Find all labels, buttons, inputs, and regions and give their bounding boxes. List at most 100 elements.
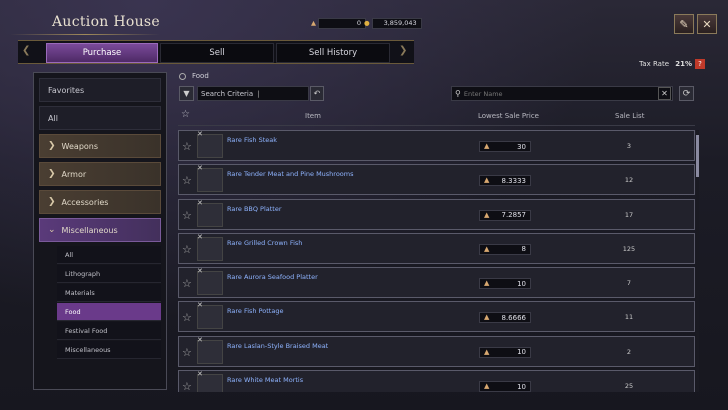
sidebar-item-favorites[interactable]: Favorites — [39, 78, 161, 102]
favorite-star-icon[interactable]: ☆ — [182, 380, 192, 392]
guide-button[interactable]: ✎ — [674, 14, 694, 34]
name-search-input[interactable] — [463, 89, 658, 98]
item-list: ☆ ✕ Rare Fish Steak 30 ▲ 3 ☆ ✕ Rare Tend… — [178, 130, 695, 392]
item-name: Rare Tender Meat and Pine Mushrooms — [227, 170, 354, 179]
chevron-right-icon: ❯ — [48, 197, 56, 207]
book-icon: ✎ — [679, 17, 689, 31]
favorite-star-icon[interactable]: ☆ — [182, 346, 192, 359]
sidebar-item-accessories[interactable]: ❯ Accessories — [39, 190, 161, 214]
favorite-star-icon[interactable]: ☆ — [182, 243, 192, 256]
list-scrollbar[interactable] — [696, 130, 699, 392]
gold-amount: 3,859,043 — [371, 17, 422, 29]
price-currency-icon: ▲ — [484, 244, 490, 253]
item-name: Rare Grilled Crown Fish — [227, 238, 303, 247]
column-header-sale-list[interactable]: Sale List — [615, 112, 644, 120]
tab-purchase[interactable]: Purchase — [46, 43, 158, 63]
sale-count: 25 — [624, 382, 634, 391]
sidebar-item-weapons[interactable]: ❯ Weapons — [39, 134, 161, 158]
item-name: Rare Fish Pottage — [227, 307, 284, 316]
reset-criteria-button[interactable]: ↶ — [310, 86, 324, 101]
tab-sell-history[interactable]: Sell History — [276, 43, 390, 63]
category-sidebar: Favorites All ❯ Weapons ❯ Armor ❯ Access… — [33, 72, 167, 390]
tab-left-arrow-icon: ❮ — [22, 45, 31, 56]
favorite-star-icon[interactable]: ☆ — [182, 140, 192, 153]
tab-bar: ❮ Purchase Sell Sell History ❯ — [18, 40, 414, 64]
gold-display: ● 3,859,043 — [364, 17, 422, 29]
sidebar-item-all[interactable]: All — [39, 106, 161, 130]
subcategory-materials[interactable]: Materials — [57, 284, 161, 302]
subcategory-all[interactable]: All — [57, 246, 161, 264]
tax-rate-label: Tax Rate — [639, 60, 669, 68]
clear-search-button[interactable]: ✕ — [658, 87, 671, 100]
table-row[interactable]: ☆ ✕ Rare Tender Meat and Pine Mushrooms … — [178, 164, 695, 196]
name-search-box: ⚲ ✕ — [451, 86, 673, 101]
table-row[interactable]: ☆ ✕ Rare Grilled Crown Fish 8 ▲ 125 — [178, 232, 695, 264]
favorite-star-icon[interactable]: ☆ — [182, 311, 192, 324]
table-row[interactable]: ☆ ✕ Rare White Meat Mortis 10 ▲ 25 — [178, 370, 695, 392]
breadcrumb-label: Food — [192, 72, 209, 80]
silver-icon: ▲ — [311, 19, 316, 27]
close-button[interactable]: ✕ — [697, 14, 717, 34]
window-title: Auction House — [52, 14, 160, 30]
price-currency-icon: ▲ — [484, 279, 490, 288]
untradable-x-icon: ✕ — [197, 370, 203, 379]
untradable-x-icon: ✕ — [197, 267, 203, 276]
price-currency-icon: ▲ — [484, 210, 490, 219]
title-divider — [10, 34, 160, 35]
column-header-lowest-price[interactable]: Lowest Sale Price — [478, 112, 539, 120]
chevron-right-icon: ❯ — [48, 141, 56, 151]
scrollbar-thumb[interactable] — [696, 135, 699, 177]
tax-rate-value: 21% — [675, 60, 692, 68]
item-name: Rare Fish Steak — [227, 136, 278, 144]
sale-count: 17 — [624, 210, 634, 219]
untradable-x-icon: ✕ — [197, 301, 203, 310]
item-name: Rare Aurora Seafood Platter — [227, 273, 318, 282]
untradable-x-icon: ✕ — [197, 198, 203, 207]
table-row[interactable]: ☆ ✕ Rare Aurora Seafood Platter 10 ▲ 7 — [178, 267, 695, 299]
sidebar-item-label: Armor — [61, 169, 87, 179]
chevron-down-icon: ⌄ — [48, 225, 56, 235]
tab-sell[interactable]: Sell — [160, 43, 274, 63]
price-currency-icon: ▲ — [484, 313, 490, 322]
breadcrumb-dot-icon — [179, 72, 186, 80]
search-criteria-field[interactable]: Search Criteria | — [197, 86, 309, 101]
filter-icon: ▼ — [183, 89, 190, 98]
refresh-button[interactable]: ⟳ — [679, 86, 694, 101]
sidebar-item-label: Accessories — [61, 197, 109, 207]
filter-button[interactable]: ▼ — [179, 86, 194, 101]
favorite-filter-star-icon[interactable]: ☆ — [181, 109, 190, 120]
sidebar-item-miscellaneous[interactable]: ⌄ Miscellaneous — [39, 218, 161, 242]
undo-icon: ↶ — [313, 89, 321, 98]
help-icon[interactable]: ? — [695, 59, 705, 69]
untradable-x-icon: ✕ — [197, 335, 203, 344]
subcategory-festival-food[interactable]: Festival Food — [57, 322, 161, 340]
table-header: ☆ Item Lowest Sale Price Sale List — [178, 108, 695, 126]
sidebar-item-label: Weapons — [61, 141, 99, 151]
column-header-item: Item — [305, 112, 321, 120]
item-name: Rare White Meat Mortis — [227, 376, 304, 385]
sale-count: 2 — [626, 347, 632, 356]
price-currency-icon: ▲ — [484, 176, 490, 185]
search-criteria-label: Search Criteria — [201, 89, 254, 98]
tax-rate: Tax Rate 21% — [639, 60, 692, 68]
table-row[interactable]: ☆ ✕ Rare Fish Pottage 8.6666 ▲ 11 — [178, 301, 695, 333]
refresh-icon: ⟳ — [682, 88, 691, 99]
table-row[interactable]: ☆ ✕ Rare Laslan-Style Braised Meat 10 ▲ … — [178, 335, 695, 367]
untradable-x-icon: ✕ — [197, 164, 203, 173]
sale-count: 11 — [624, 313, 634, 322]
favorite-star-icon[interactable]: ☆ — [182, 209, 192, 222]
price-currency-icon: ▲ — [484, 382, 490, 391]
subcategory-food[interactable]: Food — [57, 303, 161, 321]
sale-count: 125 — [622, 244, 636, 253]
untradable-x-icon: ✕ — [197, 232, 203, 241]
table-row[interactable]: ☆ ✕ Rare BBQ Platter 7.2857 ▲ 17 — [178, 198, 695, 230]
favorite-star-icon[interactable]: ☆ — [182, 277, 192, 290]
chevron-right-icon: ❯ — [48, 169, 56, 179]
subcategory-miscellaneous[interactable]: Miscellaneous — [57, 341, 161, 359]
breadcrumb: Food — [179, 72, 209, 80]
sale-count: 7 — [626, 279, 632, 288]
subcategory-lithograph[interactable]: Lithograph — [57, 265, 161, 283]
favorite-star-icon[interactable]: ☆ — [182, 174, 192, 187]
table-row[interactable]: ☆ ✕ Rare Fish Steak 30 ▲ 3 — [178, 130, 695, 161]
sidebar-item-armor[interactable]: ❯ Armor — [39, 162, 161, 186]
